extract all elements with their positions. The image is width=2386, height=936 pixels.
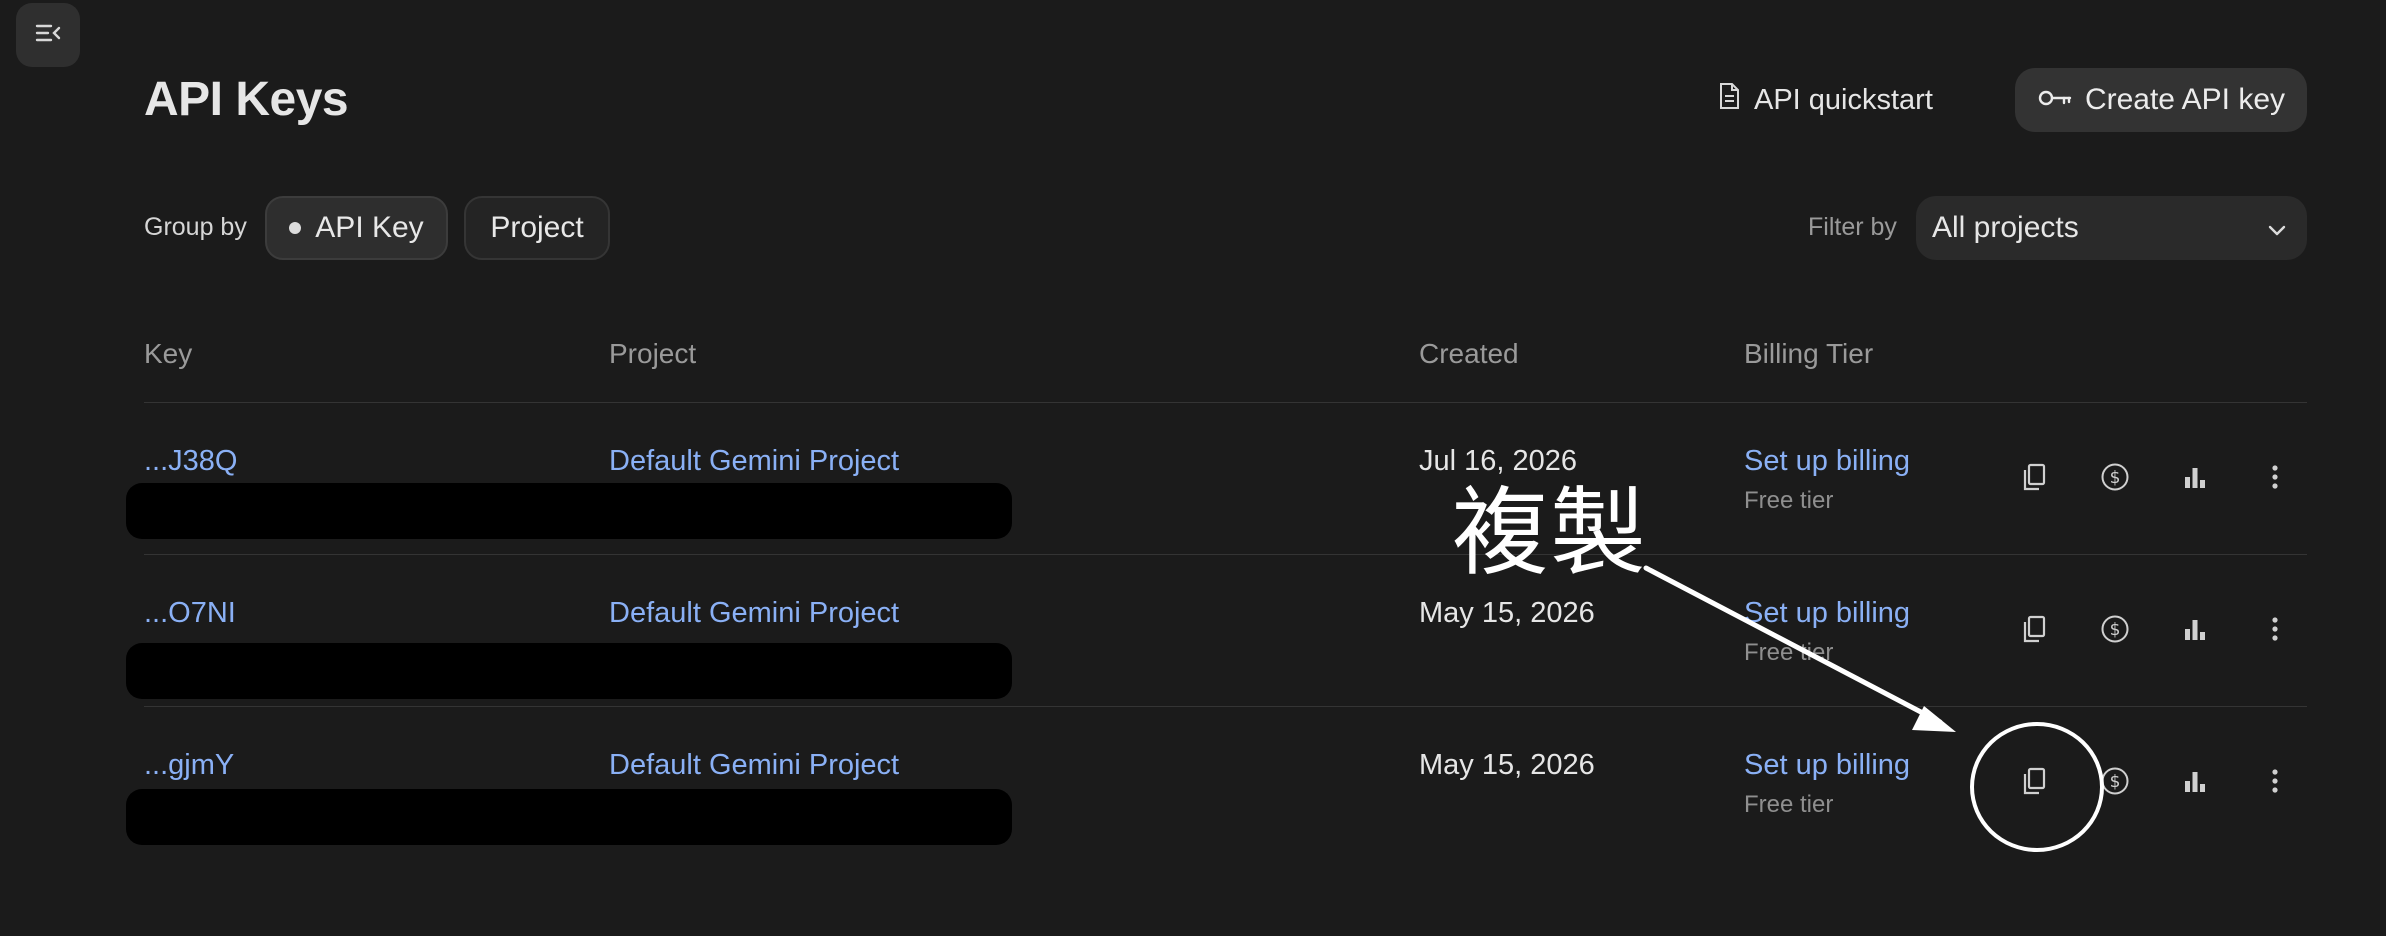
dollar-icon: $	[2100, 766, 2130, 801]
project-link[interactable]: Default Gemini Project	[609, 749, 899, 782]
svg-text:$: $	[2110, 772, 2121, 792]
chip-label: Project	[490, 211, 584, 244]
annotation-label: 複製	[1452, 477, 1648, 589]
create-api-key-label: Create API key	[2084, 83, 2286, 116]
group-by-api-key-chip[interactable]: API Key	[265, 196, 448, 260]
redaction-bar	[126, 483, 1012, 539]
column-header-project: Project	[609, 338, 697, 369]
svg-text:$: $	[2110, 468, 2121, 488]
column-header-created: Created	[1419, 338, 1519, 369]
usage-button[interactable]	[2171, 455, 2219, 503]
usage-button[interactable]	[2171, 759, 2219, 807]
more-vert-icon	[2271, 464, 2279, 495]
redaction-bar	[126, 789, 1012, 845]
project-filter-select[interactable]: All projects	[1916, 196, 2307, 260]
dollar-icon: $	[2100, 614, 2130, 649]
redaction-bar	[126, 643, 1012, 699]
billing-button[interactable]: $	[2091, 455, 2139, 503]
more-vert-icon	[2271, 616, 2279, 647]
tier-label: Free tier	[1744, 487, 1834, 514]
copy-key-button[interactable]	[2010, 607, 2058, 655]
column-header-billing-tier: Billing Tier	[1744, 338, 1874, 369]
filter-by-label: Filter by	[1808, 213, 1897, 241]
key-icon	[2037, 83, 2073, 117]
api-quickstart-label: API quickstart	[1754, 83, 1933, 116]
billing-button[interactable]: $	[2091, 607, 2139, 655]
more-options-button[interactable]	[2251, 759, 2299, 807]
api-key-link[interactable]: ...gjmY	[144, 749, 234, 782]
group-by-project-chip[interactable]: Project	[464, 196, 610, 260]
usage-button[interactable]	[2171, 607, 2219, 655]
chevron-down-icon	[2265, 216, 2289, 250]
sidebar-toggle-icon	[34, 21, 62, 50]
filter-value: All projects	[1932, 211, 2079, 244]
table-row: ...O7NI Default Gemini Project May 15, 2…	[0, 555, 2386, 707]
svg-text:$: $	[2110, 620, 2121, 640]
api-key-link[interactable]: ...O7NI	[144, 597, 236, 630]
create-api-key-button[interactable]: Create API key	[2015, 68, 2307, 132]
dollar-icon: $	[2100, 462, 2130, 497]
selected-dot-icon	[289, 222, 302, 234]
chip-label: API Key	[315, 211, 424, 244]
more-options-button[interactable]	[2251, 607, 2299, 655]
more-vert-icon	[2271, 768, 2279, 799]
page-title: API Keys	[144, 73, 349, 126]
more-options-button[interactable]	[2251, 455, 2299, 503]
document-icon	[1718, 82, 1740, 118]
table-row: ...J38Q Default Gemini Project Jul 16, 2…	[0, 403, 2386, 555]
bar-chart-icon	[2182, 464, 2208, 495]
api-key-link[interactable]: ...J38Q	[144, 445, 238, 478]
api-quickstart-link[interactable]: API quickstart	[1718, 76, 1933, 124]
copy-icon	[2021, 614, 2047, 649]
tier-label: Free tier	[1744, 639, 1834, 666]
group-by-label: Group by	[144, 213, 247, 241]
set-up-billing-link[interactable]: Set up billing	[1744, 749, 1910, 782]
annotation-circle	[1970, 722, 2104, 852]
tier-label: Free tier	[1744, 791, 1834, 818]
created-date: May 15, 2026	[1419, 749, 1595, 781]
project-link[interactable]: Default Gemini Project	[609, 445, 899, 478]
set-up-billing-link[interactable]: Set up billing	[1744, 445, 1910, 478]
column-header-key: Key	[144, 338, 193, 369]
bar-chart-icon	[2182, 768, 2208, 799]
set-up-billing-link[interactable]: Set up billing	[1744, 597, 1910, 630]
bar-chart-icon	[2182, 616, 2208, 647]
sidebar-toggle-button[interactable]	[16, 3, 80, 67]
created-date: May 15, 2026	[1419, 597, 1595, 629]
project-link[interactable]: Default Gemini Project	[609, 597, 899, 630]
copy-key-button[interactable]	[2010, 455, 2058, 503]
copy-icon	[2021, 462, 2047, 497]
